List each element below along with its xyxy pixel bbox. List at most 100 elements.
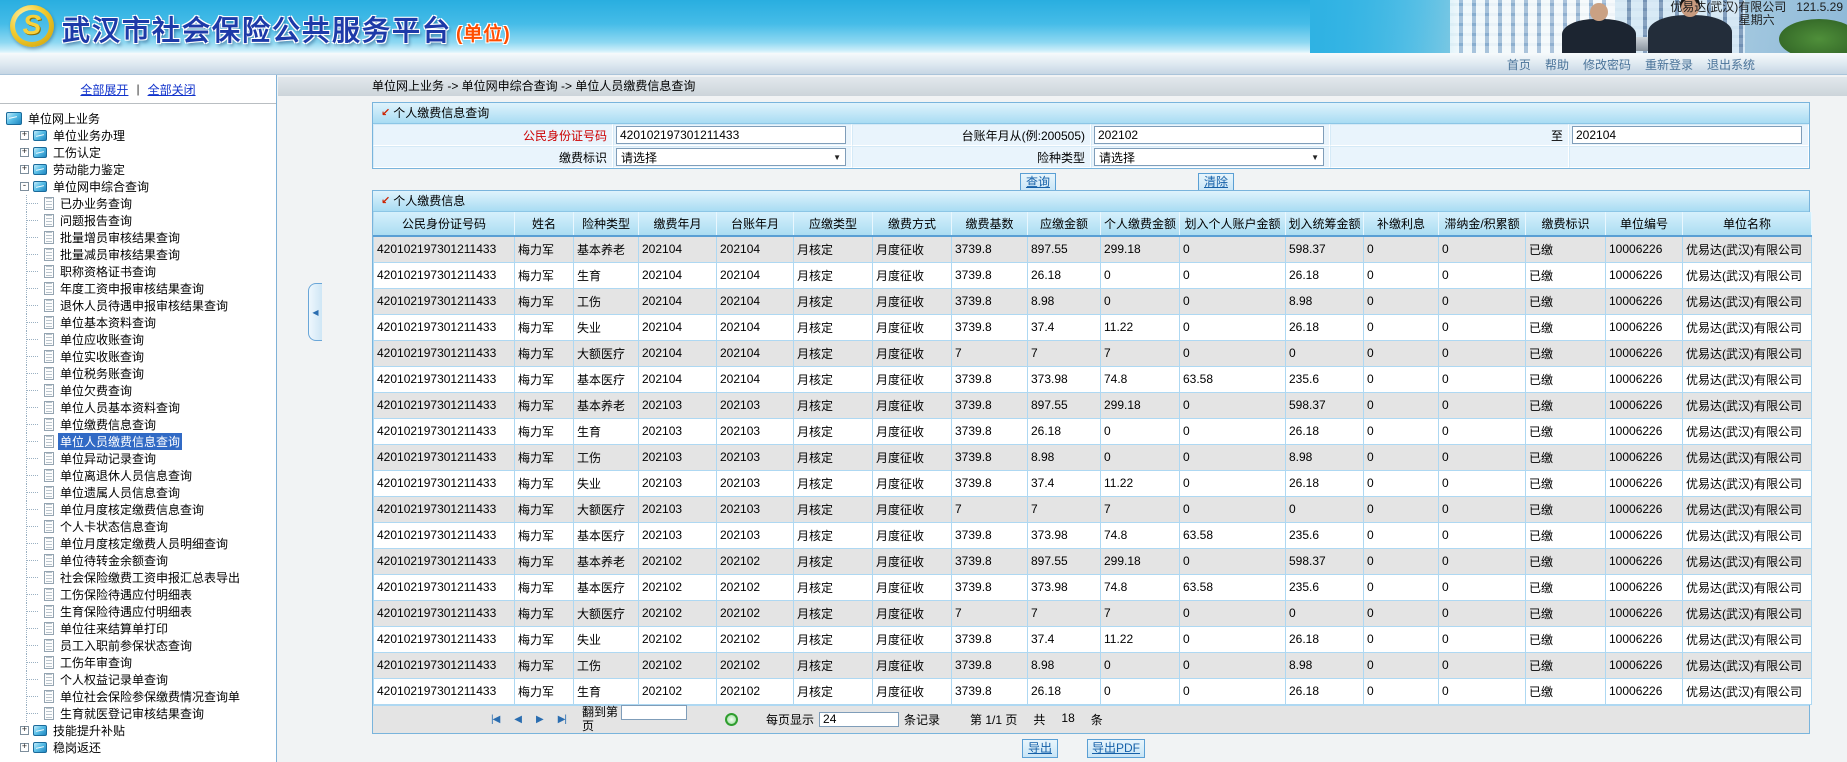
table-row[interactable]: 420102197301211433梅力军生育202102202102月核定月度… [374, 678, 1812, 704]
period-from-input[interactable] [1094, 126, 1324, 144]
sidebar-folder-item[interactable]: +稳岗返还 [4, 739, 276, 756]
expand-node-icon[interactable]: + [20, 131, 29, 140]
period-to-input[interactable] [1572, 126, 1802, 144]
sidebar-item[interactable]: 个人卡状态信息查询 [4, 518, 276, 535]
sidebar-item[interactable]: 单位待转金余额查询 [4, 552, 276, 569]
sidebar-item[interactable]: 单位月度核定缴费人员明细查询 [4, 535, 276, 552]
collapse-node-icon[interactable]: - [20, 182, 29, 191]
sidebar-item[interactable]: 单位人员缴费信息查询 [4, 433, 276, 450]
table-row[interactable]: 420102197301211433梅力军失业202103202103月核定月度… [374, 470, 1812, 496]
sidebar-folder-item[interactable]: +单位业务办理 [4, 127, 276, 144]
sidebar-collapse-handle[interactable]: ◀ [308, 283, 322, 341]
expand-node-icon[interactable]: + [20, 726, 29, 735]
expand-node-icon[interactable]: + [20, 743, 29, 752]
sidebar-item[interactable]: 单位税务账查询 [4, 365, 276, 382]
pay-flag-select[interactable]: 请选择 ▼ [616, 148, 846, 166]
table-row[interactable]: 420102197301211433梅力军基本养老202102202102月核定… [374, 548, 1812, 574]
expand-node-icon[interactable]: + [20, 148, 29, 157]
cell: 7 [952, 496, 1028, 522]
table-row[interactable]: 420102197301211433梅力军工伤202104202104月核定月度… [374, 288, 1812, 314]
sidebar-item[interactable]: 单位人员基本资料查询 [4, 399, 276, 416]
sidebar-item[interactable]: 单位异动记录查询 [4, 450, 276, 467]
last-page-icon[interactable]: ▶| [558, 714, 566, 725]
sidebar-folder-item[interactable]: +劳动能力鉴定 [4, 161, 276, 178]
ins-type-select[interactable]: 请选择 ▼ [1094, 148, 1324, 166]
table-row[interactable]: 420102197301211433梅力军大额医疗202104202104月核定… [374, 340, 1812, 366]
sidebar-folder-item[interactable]: -单位网申综合查询 [4, 178, 276, 195]
sidebar-item[interactable]: 单位应收账查询 [4, 331, 276, 348]
cell: 0 [1180, 392, 1286, 418]
sidebar-item[interactable]: 社会保险缴费工资申报汇总表导出 [4, 569, 276, 586]
nav-link[interactable]: 首页 [1507, 56, 1531, 73]
sidebar-item[interactable]: 单位实收账查询 [4, 348, 276, 365]
cell: 0 [1364, 652, 1439, 678]
cell: 202104 [717, 262, 794, 288]
nav-link[interactable]: 重新登录 [1645, 56, 1693, 73]
go-page-button[interactable] [725, 713, 738, 726]
sidebar-item[interactable]: 年度工资申报审核结果查询 [4, 280, 276, 297]
table-row[interactable]: 420102197301211433梅力军基本医疗202102202102月核定… [374, 574, 1812, 600]
sidebar-item[interactable]: 生育保险待遇应付明细表 [4, 603, 276, 620]
per-page-input[interactable] [819, 712, 899, 727]
sidebar-item[interactable]: 单位遗属人员信息查询 [4, 484, 276, 501]
sidebar-item[interactable]: 单位缴费信息查询 [4, 416, 276, 433]
sidebar-top-links: 全部展开 | 全部关闭 [0, 75, 276, 97]
document-icon [44, 333, 54, 346]
table-row[interactable]: 420102197301211433梅力军工伤202103202103月核定月度… [374, 444, 1812, 470]
cell: 0 [1180, 548, 1286, 574]
table-row[interactable]: 420102197301211433梅力军基本医疗202103202103月核定… [374, 522, 1812, 548]
table-row[interactable]: 420102197301211433梅力军失业202102202102月核定月度… [374, 626, 1812, 652]
cell: 202102 [639, 574, 717, 600]
result-table-title: 个人缴费信息 [393, 191, 465, 211]
sidebar-item[interactable]: 单位欠费查询 [4, 382, 276, 399]
expand-node-icon[interactable]: + [20, 165, 29, 174]
cell: 7 [1028, 600, 1101, 626]
collapse-all-link[interactable]: 全部关闭 [148, 81, 196, 98]
sidebar-item[interactable]: 工伤年审查询 [4, 654, 276, 671]
document-icon [44, 435, 54, 448]
sidebar-item[interactable]: 单位基本资料查询 [4, 314, 276, 331]
nav-link[interactable]: 修改密码 [1583, 56, 1631, 73]
table-row[interactable]: 420102197301211433梅力军工伤202102202102月核定月度… [374, 652, 1812, 678]
sidebar-item[interactable]: 生育就医登记审核结果查询 [4, 705, 276, 722]
first-page-icon[interactable]: |◀ [491, 714, 499, 725]
sidebar-item[interactable]: 退休人员待遇申报审核结果查询 [4, 297, 276, 314]
goto-page-input[interactable] [621, 705, 687, 720]
table-row[interactable]: 420102197301211433梅力军生育202103202103月核定月度… [374, 418, 1812, 444]
table-row[interactable]: 420102197301211433梅力军大额医疗202102202102月核定… [374, 600, 1812, 626]
sidebar-item[interactable]: 单位往来结算单打印 [4, 620, 276, 637]
document-icon [44, 282, 54, 295]
nav-link[interactable]: 退出系统 [1707, 56, 1755, 73]
prev-page-icon[interactable]: ◀ [514, 714, 521, 725]
sidebar-item[interactable]: 问题报告查询 [4, 212, 276, 229]
sidebar-item[interactable]: 批量减员审核结果查询 [4, 246, 276, 263]
expand-all-link[interactable]: 全部展开 [80, 81, 128, 98]
cell: 月核定 [794, 392, 873, 418]
table-row[interactable]: 420102197301211433梅力军大额医疗202103202103月核定… [374, 496, 1812, 522]
sidebar-item[interactable]: 单位社会保险参保缴费情况查询单 [4, 688, 276, 705]
sidebar-item[interactable]: 工伤保险待遇应付明细表 [4, 586, 276, 603]
sidebar-item[interactable]: 已办业务查询 [4, 195, 276, 212]
cell: 已缴 [1526, 470, 1606, 496]
cell: 235.6 [1286, 522, 1364, 548]
sidebar-item[interactable]: 职称资格证书查询 [4, 263, 276, 280]
sidebar-folder-item[interactable]: +技能提升补贴 [4, 722, 276, 739]
sidebar-item[interactable]: 个人权益记录单查询 [4, 671, 276, 688]
id-input[interactable] [616, 126, 846, 144]
table-row[interactable]: 420102197301211433梅力军基本养老202103202103月核定… [374, 392, 1812, 418]
nav-link[interactable]: 帮助 [1545, 56, 1569, 73]
sidebar-item[interactable]: 单位月度核定缴费信息查询 [4, 501, 276, 518]
table-row[interactable]: 420102197301211433梅力军生育202104202104月核定月度… [374, 262, 1812, 288]
table-row[interactable]: 420102197301211433梅力军基本医疗202104202104月核定… [374, 366, 1812, 392]
sidebar-folder-item[interactable]: +工伤认定 [4, 144, 276, 161]
table-row[interactable]: 420102197301211433梅力军失业202104202104月核定月度… [374, 314, 1812, 340]
export-button[interactable]: 导出 [1022, 739, 1058, 758]
sidebar-item[interactable]: 批量增员审核结果查询 [4, 229, 276, 246]
sidebar-item[interactable]: 员工入职前参保状态查询 [4, 637, 276, 654]
sidebar-item[interactable]: 单位离退休人员信息查询 [4, 467, 276, 484]
export-pdf-button[interactable]: 导出PDF [1087, 739, 1145, 758]
sidebar-root-item[interactable]: 单位网上业务 [4, 110, 276, 127]
next-page-icon[interactable]: ▶ [536, 714, 543, 725]
current-weekday: 星期六 [1670, 14, 1843, 27]
table-row[interactable]: 420102197301211433梅力军基本养老202104202104月核定… [374, 236, 1812, 262]
